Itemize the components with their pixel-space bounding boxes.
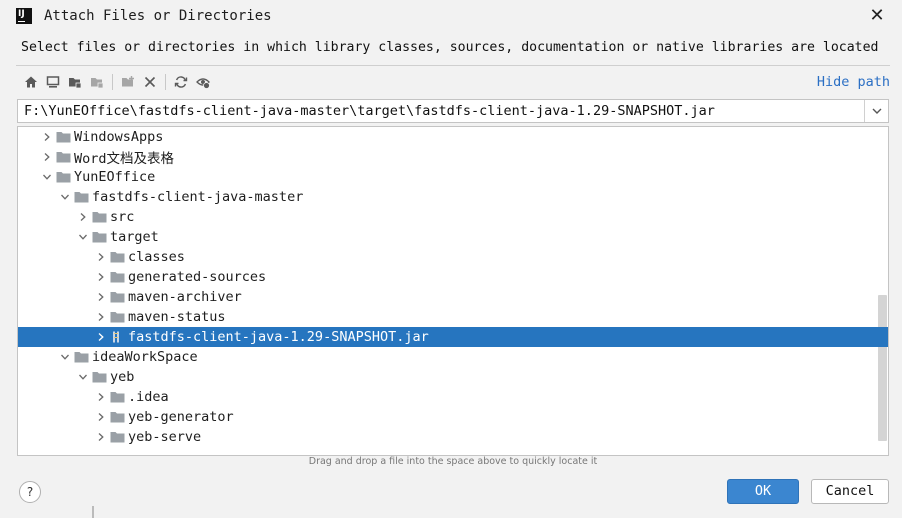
hide-path-link[interactable]: Hide path — [817, 74, 890, 90]
delete-icon[interactable] — [139, 72, 161, 92]
chevron-down-icon[interactable] — [56, 187, 74, 207]
chevron-right-icon[interactable] — [92, 287, 110, 307]
tree-row[interactable]: Word文档及表格 — [18, 147, 878, 167]
tree-item-label: fastdfs-client-java-1.29-SNAPSHOT.jar — [128, 329, 429, 345]
chevron-right-icon[interactable] — [92, 327, 110, 347]
tree-item-label: maven-archiver — [128, 289, 242, 305]
tree-row[interactable]: maven-archiver — [18, 287, 878, 307]
ok-button[interactable]: OK — [727, 479, 799, 504]
tree-row[interactable]: classes — [18, 247, 878, 267]
folder-icon — [92, 210, 108, 224]
close-icon[interactable]: ✕ — [868, 7, 886, 25]
desktop-icon[interactable] — [42, 72, 64, 92]
chevron-right-icon[interactable] — [38, 147, 56, 167]
file-tree[interactable]: WindowsApps Word文档及表格 YunEOffice fastdfs-cl… — [17, 126, 889, 456]
chevron-right-icon[interactable] — [92, 387, 110, 407]
chevron-down-icon[interactable] — [38, 167, 56, 187]
tree-row[interactable]: target — [18, 227, 878, 247]
tree-row[interactable]: fastdfs-client-java-master — [18, 187, 878, 207]
module-folder-icon[interactable] — [86, 72, 108, 92]
tree-row[interactable]: src — [18, 207, 878, 227]
divider — [16, 65, 890, 66]
tree-row[interactable]: yeb-generator — [18, 407, 878, 427]
home-icon[interactable] — [20, 72, 42, 92]
folder-icon — [110, 410, 126, 424]
tree-item-label: maven-status — [128, 309, 226, 325]
chevron-right-icon[interactable] — [92, 427, 110, 447]
folder-icon — [110, 290, 126, 304]
tree-item-label: .idea — [128, 389, 169, 405]
jar-file-icon — [110, 330, 126, 344]
tree-item-label: yeb — [110, 369, 135, 385]
chevron-down-icon[interactable] — [56, 347, 74, 367]
chevron-right-icon[interactable] — [92, 407, 110, 427]
refresh-icon[interactable] — [170, 72, 192, 92]
folder-icon — [56, 170, 72, 184]
tree-row[interactable]: generated-sources — [18, 267, 878, 287]
chevron-right-icon[interactable] — [92, 247, 110, 267]
toolbar-separator — [165, 74, 166, 90]
dialog-title: Attach Files or Directories — [44, 8, 272, 24]
chevron-down-icon[interactable] — [74, 227, 92, 247]
tree-item-label: fastdfs-client-java-master — [92, 189, 304, 205]
tree-item-label: generated-sources — [128, 269, 267, 285]
chevron-right-icon[interactable] — [38, 127, 56, 147]
tree-item-label: YunEOffice — [74, 169, 156, 185]
tree-item-label: ideaWorkSpace — [92, 349, 198, 365]
tree-row[interactable]: yeb — [18, 367, 878, 387]
show-hidden-icon[interactable] — [192, 72, 214, 92]
dialog-description: Select files or directories in which lib… — [21, 40, 879, 55]
tree-item-label: Word文档及表格 — [74, 151, 175, 167]
folder-icon — [110, 430, 126, 444]
path-input[interactable]: F:\YunEOffice\fastdfs-client-java-master… — [24, 103, 715, 119]
path-dropdown-button[interactable] — [864, 100, 888, 122]
tree-row[interactable]: maven-status — [18, 307, 878, 327]
background-window-edge — [92, 506, 94, 518]
attach-files-dialog: IJ Attach Files or Directories ✕ Select … — [0, 0, 902, 518]
tree-row-selected[interactable]: fastdfs-client-java-1.29-SNAPSHOT.jar — [18, 327, 888, 347]
folder-icon — [92, 230, 108, 244]
chevron-right-icon[interactable] — [92, 307, 110, 327]
folder-icon — [74, 190, 90, 204]
cancel-button[interactable]: Cancel — [811, 479, 889, 504]
tree-row[interactable]: WindowsApps — [18, 127, 878, 147]
drag-drop-hint: Drag and drop a file into the space abov… — [308, 456, 598, 467]
tree-item-label: yeb-serve — [128, 429, 202, 445]
chevron-down-icon[interactable] — [74, 367, 92, 387]
folder-icon — [110, 310, 126, 324]
folder-icon — [110, 390, 126, 404]
tree-scrollbar[interactable] — [878, 295, 887, 441]
tree-item-label: yeb-generator — [128, 409, 234, 425]
intellij-app-icon: IJ — [16, 8, 32, 24]
toolbar-separator — [112, 74, 113, 90]
folder-icon — [92, 370, 108, 384]
tree-row[interactable]: YunEOffice — [18, 167, 878, 187]
tree-row[interactable]: yeb-serve — [18, 427, 878, 447]
folder-icon — [74, 350, 90, 364]
title-bar: IJ Attach Files or Directories ✕ — [0, 0, 902, 34]
new-folder-icon[interactable] — [117, 72, 139, 92]
tree-item-label: src — [110, 209, 135, 225]
help-button[interactable]: ? — [19, 481, 41, 503]
folder-icon — [56, 150, 72, 164]
chevron-right-icon[interactable] — [74, 207, 92, 227]
path-combobox[interactable]: F:\YunEOffice\fastdfs-client-java-master… — [17, 99, 889, 123]
tree-item-label: WindowsApps — [74, 129, 164, 145]
tree-row[interactable]: ideaWorkSpace — [18, 347, 878, 367]
tree-row[interactable]: .idea — [18, 387, 878, 407]
folder-icon — [110, 270, 126, 284]
folder-icon — [110, 250, 126, 264]
folder-icon — [56, 130, 72, 144]
tree-item-label: target — [110, 229, 159, 245]
project-folder-icon[interactable] — [64, 72, 86, 92]
tree-item-label: classes — [128, 249, 185, 265]
chevron-right-icon[interactable] — [92, 267, 110, 287]
file-chooser-toolbar — [20, 72, 214, 92]
chevron-down-icon — [872, 108, 881, 114]
